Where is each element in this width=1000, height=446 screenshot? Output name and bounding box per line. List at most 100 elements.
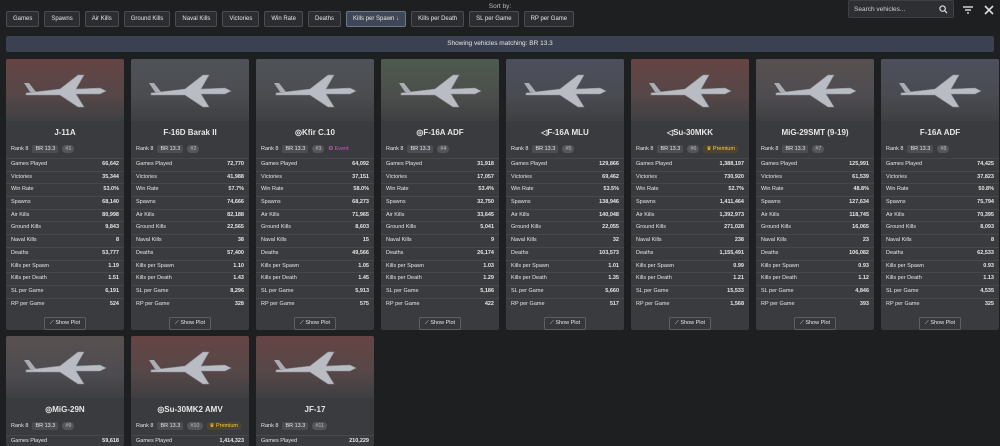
stat-label: Spawns <box>11 199 31 206</box>
search-icon[interactable] <box>939 4 948 14</box>
sort-button-victories[interactable]: Victories <box>222 11 260 27</box>
stat-label: Games Played <box>136 438 173 444</box>
sort-button-kills-per-spawn[interactable]: Kills per Spawn ↓ <box>346 11 407 27</box>
stat-value: 69,462 <box>602 173 619 180</box>
stat-row: Deaths 62,533 <box>881 246 999 260</box>
stat-row: Kills per Spawn 1.19 <box>6 259 124 273</box>
sort-button-rp-per-game[interactable]: RP per Game <box>523 11 575 27</box>
show-plot-button[interactable]: ⟋ Show Plot <box>44 317 86 330</box>
stat-row: Naval Kills 238 <box>631 234 749 247</box>
stat-label: Win Rate <box>386 186 409 193</box>
stat-value: 575 <box>359 300 369 307</box>
stat-value: 422 <box>484 300 494 307</box>
stat-value: 37,151 <box>352 173 369 180</box>
stat-row: SL per Game 5,913 <box>256 284 374 298</box>
stat-label: Kills per Death <box>386 275 422 282</box>
filter-icon[interactable] <box>962 4 974 16</box>
vehicle-name: ◁F-16A MLU <box>541 128 589 137</box>
stats-table: Games Played 66,642 Victories 35,344 Win Rat… <box>6 158 124 310</box>
search-box[interactable]: Search vehicles... <box>848 0 954 18</box>
stat-value: 59,618 <box>102 438 119 444</box>
show-plot-button[interactable]: ⟋ Show Plot <box>794 317 836 330</box>
stat-label: Ground Kills <box>511 224 541 231</box>
stat-label: Spawns <box>886 199 906 206</box>
sort-button-naval-kills[interactable]: Naval Kills <box>175 11 218 27</box>
stat-label: Kills per Death <box>886 275 922 282</box>
stat-row: Ground Kills 8,603 <box>256 221 374 234</box>
stat-row: RP per Game 328 <box>131 297 249 311</box>
sort-button-sl-per-game[interactable]: SL per Game <box>469 11 519 27</box>
stat-value: 31,918 <box>477 161 494 167</box>
stat-label: Games Played <box>511 161 548 167</box>
position-badge: #10 <box>187 422 203 430</box>
stat-value: 0.99 <box>733 262 744 269</box>
stat-row: Kills per Spawn 0.99 <box>631 259 749 273</box>
position-badge: #4 <box>437 145 450 153</box>
stat-value: 48.8% <box>853 186 869 193</box>
stat-value: 74,666 <box>227 199 244 206</box>
search-input[interactable]: Search vehicles... <box>854 6 939 13</box>
stat-label: Ground Kills <box>886 224 916 231</box>
stat-label: Kills per Death <box>636 275 672 282</box>
stat-row: RP per Game 524 <box>6 297 124 311</box>
stat-row: Deaths 106,082 <box>756 246 874 260</box>
stat-row: Naval Kills 8 <box>6 234 124 247</box>
sort-button-spawns[interactable]: Spawns <box>44 11 80 27</box>
sort-button-games[interactable]: Games <box>6 11 40 27</box>
stat-label: Games Played <box>261 161 298 167</box>
stat-label: Kills per Spawn <box>886 262 924 269</box>
stat-value: 33,645 <box>477 211 494 218</box>
stat-row: SL per Game 8,296 <box>131 284 249 298</box>
stat-label: Kills per Spawn <box>636 262 674 269</box>
stat-label: Kills per Death <box>261 275 297 282</box>
sort-button-kills-per-death[interactable]: Kills per Death <box>411 11 465 27</box>
sort-button-deaths[interactable]: Deaths <box>308 11 342 27</box>
stat-row: Spawns 68,273 <box>256 196 374 209</box>
rank-label: Rank 8 <box>261 423 279 429</box>
stat-value: 6,191 <box>105 287 119 294</box>
stat-value: 0.93 <box>983 262 994 269</box>
show-plot-button[interactable]: ⟋ Show Plot <box>169 317 211 330</box>
stat-label: Air Kills <box>636 211 655 218</box>
stat-value: 82,188 <box>227 211 244 218</box>
stat-value: 1,414,323 <box>219 438 244 444</box>
rank-label: Rank 8 <box>386 146 404 152</box>
show-plot-button[interactable]: ⟋ Show Plot <box>294 317 336 330</box>
show-plot-label: Show Plot <box>680 320 706 327</box>
stat-value: 129,866 <box>599 161 619 167</box>
stat-label: Deaths <box>511 249 529 256</box>
show-plot-button[interactable]: ⟋ Show Plot <box>919 317 961 330</box>
stat-label: RP per Game <box>11 300 45 307</box>
stat-label: Naval Kills <box>136 237 162 244</box>
sort-button-win-rate[interactable]: Win Rate <box>264 11 304 27</box>
sort-button-air-kills[interactable]: Air Kills <box>84 11 119 27</box>
show-plot-button[interactable]: ⟋ Show Plot <box>419 317 461 330</box>
stat-row: Kills per Death 1.12 <box>756 272 874 285</box>
br-badge: BR 13.3 <box>282 145 309 153</box>
rank-label: Rank 8 <box>11 146 29 152</box>
sort-button-ground-kills[interactable]: Ground Kills <box>123 11 171 27</box>
show-plot-button[interactable]: ⟋ Show Plot <box>669 317 711 330</box>
stat-row: Win Rate 50.8% <box>881 183 999 196</box>
stat-value: 57.7% <box>228 186 244 193</box>
stats-table: Games Played 1,388,197 Victories 730,920 Win… <box>631 158 749 310</box>
stat-row: Air Kills 140,048 <box>506 208 624 222</box>
close-icon[interactable] <box>983 4 995 16</box>
stat-value: 8 <box>990 237 994 244</box>
stat-row: SL per Game 15,533 <box>631 284 749 298</box>
show-plot-button[interactable]: ⟋ Show Plot <box>544 317 586 330</box>
stat-label: Victories <box>761 173 782 180</box>
stat-label: Kills per Death <box>511 275 547 282</box>
stat-value: 26,174 <box>477 249 494 256</box>
stat-value: 8,603 <box>355 224 369 231</box>
stat-row: SL per Game 5,660 <box>506 284 624 298</box>
stat-value: 15,533 <box>727 287 744 294</box>
stat-value: 125,991 <box>849 161 869 167</box>
stat-value: 5,913 <box>355 287 369 294</box>
stat-row: Games Played 66,642 <box>6 158 124 171</box>
show-plot-label: Show Plot <box>555 320 581 327</box>
stat-row: Win Rate 58.0% <box>256 183 374 196</box>
stat-row: Spawns 127,634 <box>756 196 874 209</box>
stat-label: Naval Kills <box>386 237 412 244</box>
rank-label: Rank 8 <box>886 146 904 152</box>
